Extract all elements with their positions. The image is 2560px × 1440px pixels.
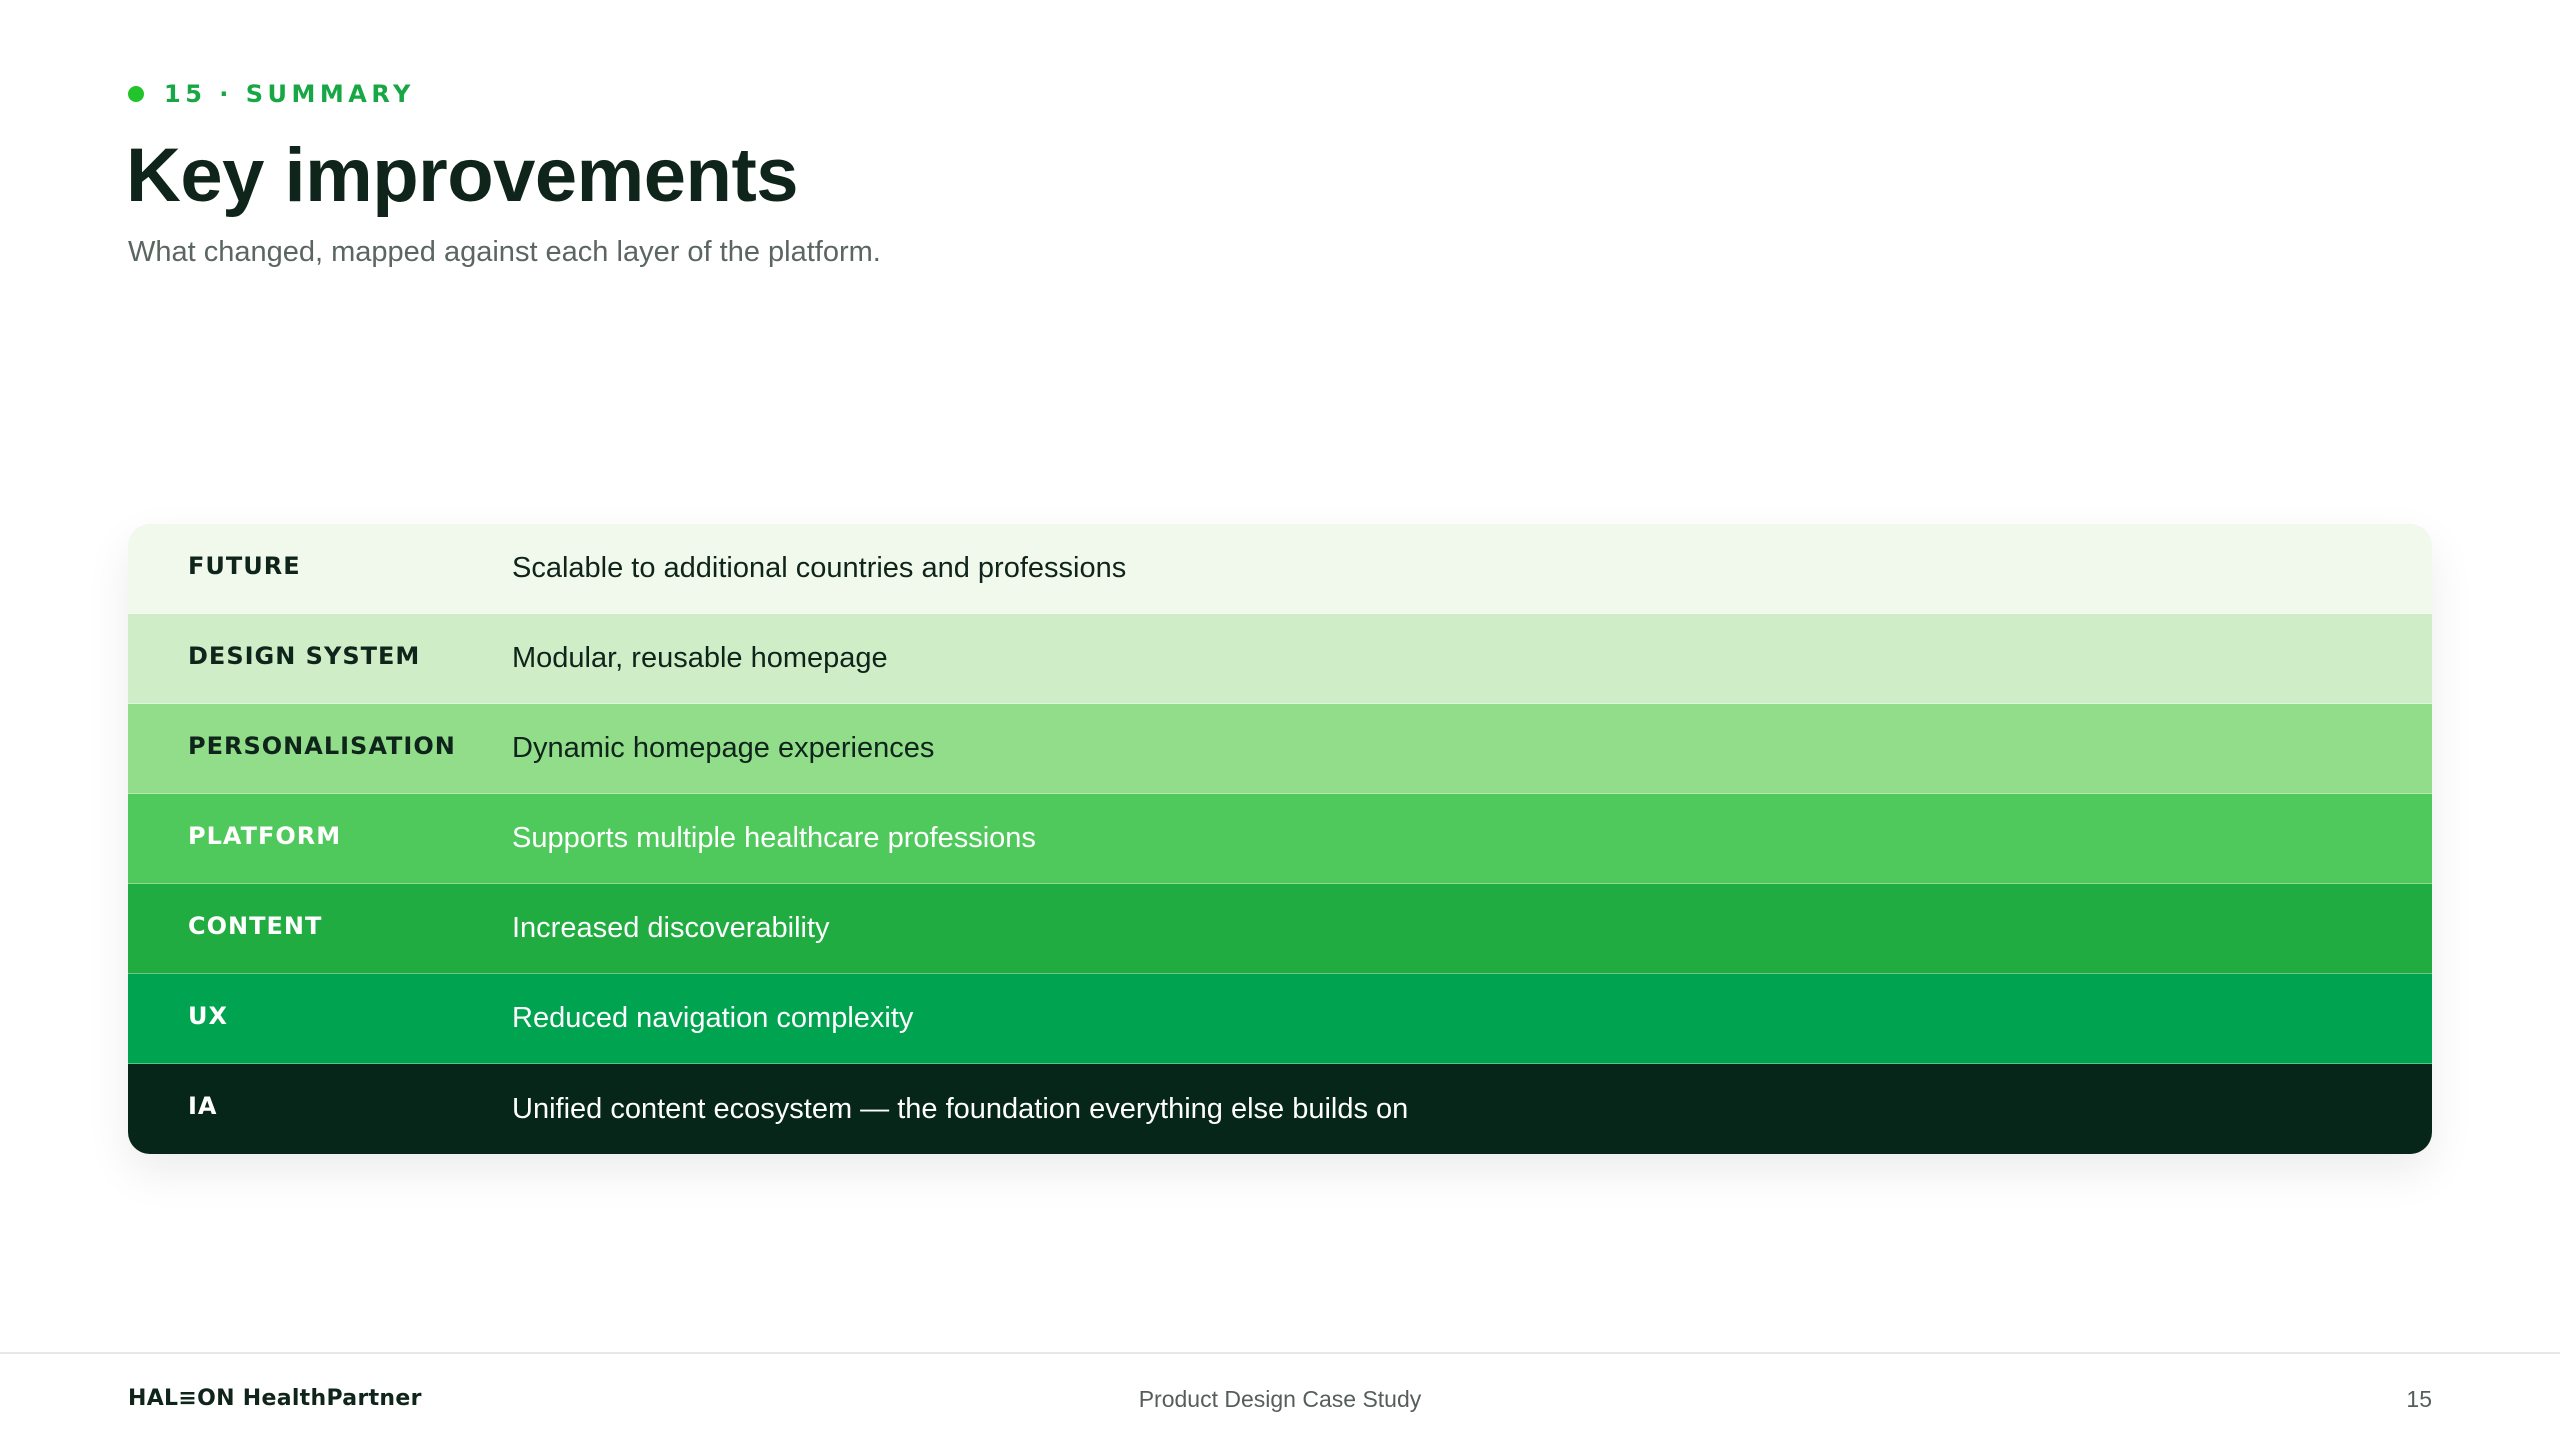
layer-name: FUTURE [188,551,301,580]
layer-name: PERSONALISATION [188,731,456,760]
layer-name: UX [188,1001,228,1030]
table-row: PERSONALISATION Dynamic homepage experien… [128,704,2432,794]
table-row: FUTURE Scalable to additional countries a… [128,524,2432,614]
page-subtitle: What changed, mapped against each layer … [128,236,881,268]
layer-description: Dynamic homepage experiences [512,732,935,764]
table-row: UX Reduced navigation complexity [128,974,2432,1064]
layer-description: Reduced navigation complexity [512,1002,914,1034]
table-row: CONTENT Increased discoverability [128,884,2432,974]
page-title: Key improvements [126,133,799,218]
bullet-dot-icon [128,86,144,102]
page-number: 15 [2406,1386,2432,1412]
layer-name: CONTENT [188,911,323,940]
table-row: IA Unified content ecosystem — the founda… [128,1064,2432,1154]
footer-caption: Product Design Case Study [1138,1386,1422,1412]
table-row: PLATFORM Supports multiple healthcare pro… [128,794,2432,884]
footer: HAL≡ON HealthPartner Product Design Case… [0,1352,2560,1440]
layer-description: Supports multiple healthcare professions [512,822,1036,854]
layer-name: PLATFORM [188,821,342,850]
improvements-table: FUTURE Scalable to additional countries a… [128,524,2432,1154]
layer-description: Modular, reusable homepage [512,642,888,674]
section-eyebrow: 15 · SUMMARY [128,80,415,108]
layer-description: Scalable to additional countries and pro… [512,552,1127,584]
section-label: 15 · SUMMARY [164,80,415,108]
layer-description: Increased discoverability [512,912,830,944]
layer-name: DESIGN SYSTEM [188,641,421,670]
layer-description: Unified content ecosystem — the foundati… [512,1092,1409,1125]
table-row: DESIGN SYSTEM Modular, reusable homepage [128,614,2432,704]
layer-name: IA [188,1092,218,1120]
